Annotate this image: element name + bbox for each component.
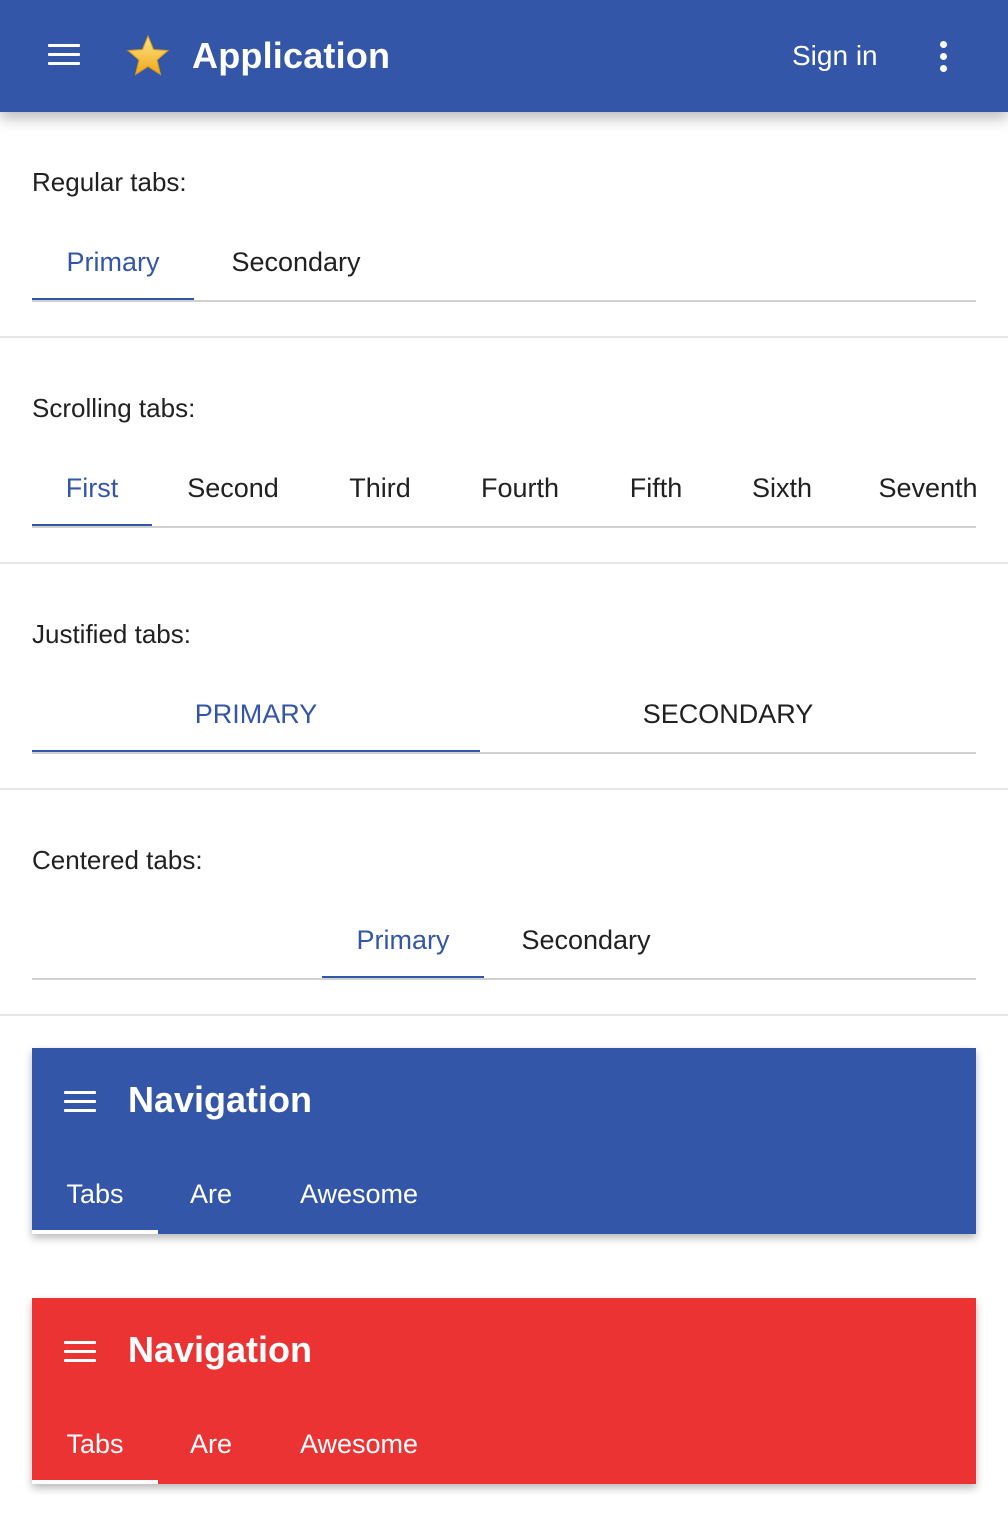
tab-secondary[interactable]: SECONDARY (480, 674, 976, 754)
navigation-title: Navigation (128, 1079, 313, 1120)
tab-label: Sixth (751, 473, 813, 503)
justified-tabs-label: Justified tabs: (32, 619, 191, 649)
tab-bar-baseline (32, 978, 976, 980)
tab-label: Are (189, 1429, 233, 1459)
section-divider (0, 788, 1008, 790)
regular-tabs-label: Regular tabs: (32, 167, 187, 197)
tab-label: Tabs (66, 1179, 124, 1209)
tab-awesome[interactable]: Awesome (264, 1154, 454, 1234)
tab-label: Primary (356, 925, 450, 955)
tab-are[interactable]: Are (158, 1404, 264, 1484)
section-divider (0, 336, 1008, 338)
tab-primary[interactable]: Primary (32, 222, 194, 302)
menu-button[interactable] (56, 1080, 104, 1124)
more-button[interactable] (920, 34, 968, 78)
tab-primary[interactable]: Primary (322, 900, 484, 980)
tab-label: Awesome (299, 1179, 419, 1209)
centered-tabs-label: Centered tabs: (32, 845, 203, 875)
menu-button[interactable] (40, 34, 88, 78)
star-icon (126, 34, 170, 76)
tab-secondary[interactable]: Secondary (484, 900, 688, 980)
tab-fourth[interactable]: Fourth (446, 448, 594, 528)
tab-secondary[interactable]: Secondary (194, 222, 398, 302)
tab-label: Secondary (521, 925, 651, 955)
scrolling-tabs-label: Scrolling tabs: (32, 393, 196, 423)
tab-label: PRIMARY (194, 699, 318, 729)
tab-second[interactable]: Second (152, 448, 314, 528)
tab-label: Seventh (878, 473, 976, 503)
tab-first[interactable]: First (32, 448, 152, 528)
app-bar: Application Sign in (0, 0, 1008, 112)
justified-tab-bar: PRIMARY SECONDARY (32, 674, 976, 754)
tab-awesome[interactable]: Awesome (264, 1404, 454, 1484)
section-divider (0, 562, 1008, 564)
tab-label: Are (189, 1179, 233, 1209)
tab-fifth[interactable]: Fifth (594, 448, 718, 528)
scrolling-tab-bar[interactable]: First Second Third Fourth Fifth Sixth Se… (32, 448, 976, 528)
navigation-card-blue: Navigation Tabs Are Awesome (32, 1048, 976, 1234)
tab-label: First (65, 473, 119, 503)
tab-label: Fourth (480, 473, 560, 503)
tab-label: Awesome (299, 1429, 419, 1459)
tab-label: Second (187, 473, 279, 503)
sign-in-button[interactable]: Sign in (776, 34, 894, 78)
navigation-card-red: Navigation Tabs Are Awesome (32, 1298, 976, 1484)
regular-tab-bar: Primary Secondary (32, 222, 976, 302)
tab-label: SECONDARY (642, 699, 814, 729)
tab-label: Tabs (66, 1429, 124, 1459)
tab-label: Primary (66, 247, 160, 277)
tab-label: Third (349, 473, 411, 503)
menu-icon (64, 1341, 96, 1363)
tab-bar-baseline (32, 752, 976, 754)
active-tab-indicator (32, 1480, 158, 1484)
centered-tab-bar: Primary Secondary (32, 900, 976, 980)
tab-label: Secondary (231, 247, 361, 277)
tab-seventh[interactable]: Seventh (846, 448, 976, 528)
tab-primary[interactable]: PRIMARY (32, 674, 480, 754)
menu-icon (64, 1091, 96, 1113)
tab-bar-baseline (32, 300, 976, 302)
tab-are[interactable]: Are (158, 1154, 264, 1234)
menu-button[interactable] (56, 1330, 104, 1374)
tab-label: Fifth (629, 473, 683, 503)
section-divider (0, 1014, 1008, 1016)
active-tab-indicator (32, 1230, 158, 1234)
app-title: Application (192, 35, 391, 76)
tab-tabs[interactable]: Tabs (32, 1154, 158, 1234)
tab-sixth[interactable]: Sixth (718, 448, 846, 528)
menu-icon (48, 44, 80, 66)
tab-bar-baseline (32, 526, 976, 528)
tab-tabs[interactable]: Tabs (32, 1404, 158, 1484)
navigation-title: Navigation (128, 1329, 313, 1370)
tab-third[interactable]: Third (314, 448, 446, 528)
